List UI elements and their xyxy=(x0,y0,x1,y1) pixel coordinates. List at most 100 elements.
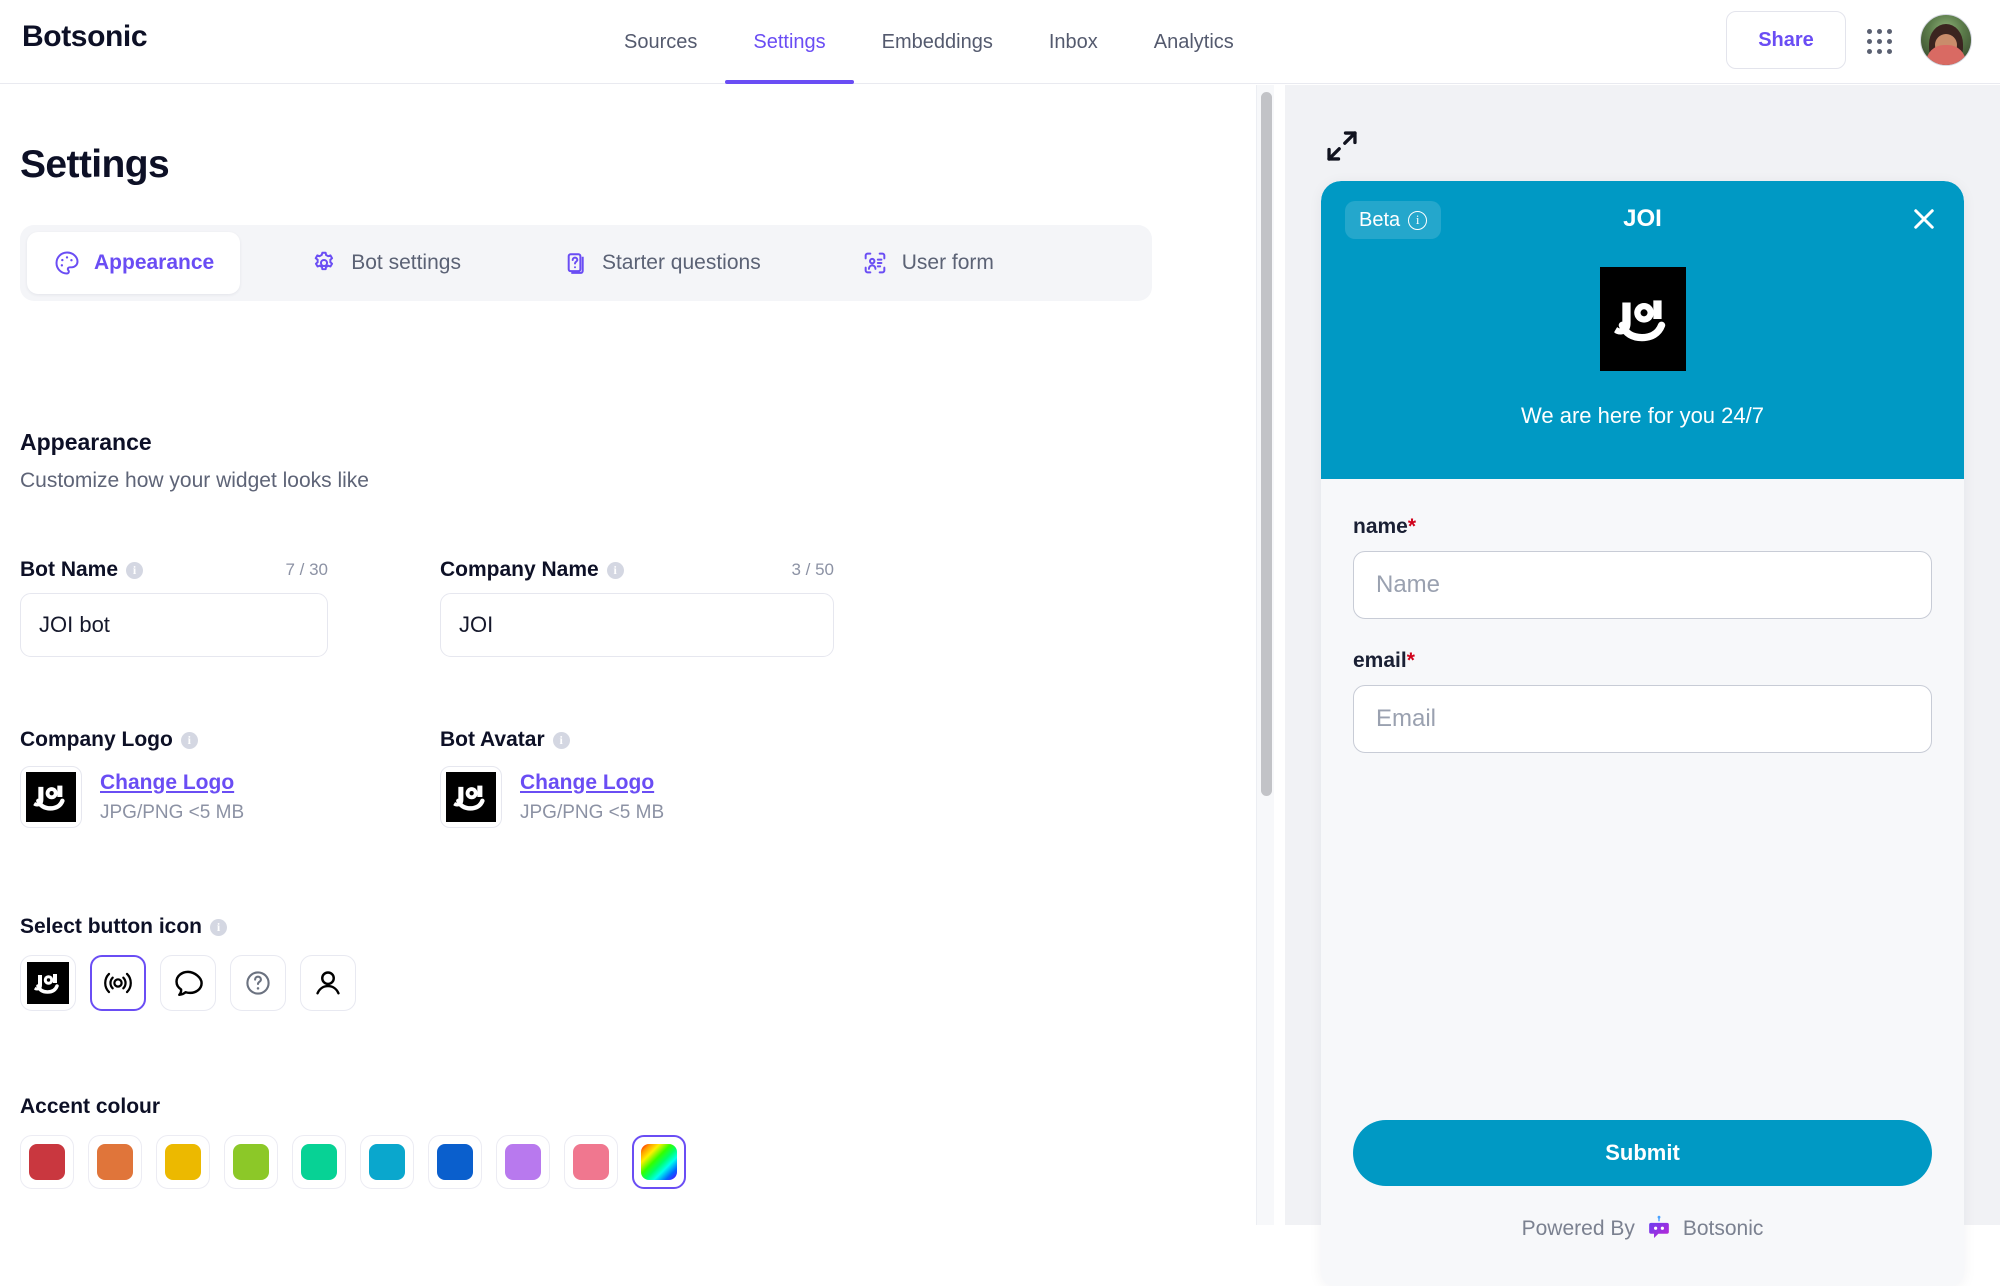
joi-logo-icon xyxy=(27,962,69,1004)
nav-item-sources[interactable]: Sources xyxy=(596,0,725,84)
bot-name-field-group: Bot Name i 7 / 30 xyxy=(20,558,328,657)
app-brand-logo: Botsonic xyxy=(22,20,148,53)
required-marker: * xyxy=(1406,649,1415,672)
botsonic-robot-icon xyxy=(1644,1214,1674,1244)
info-icon[interactable]: i xyxy=(210,918,228,936)
company-logo-label-text: Company Logo xyxy=(20,728,173,751)
widget-company-logo xyxy=(1599,267,1686,371)
info-icon[interactable]: i xyxy=(180,731,198,749)
button-icon-options xyxy=(20,955,356,1011)
widget-email-label-text: email xyxy=(1353,649,1407,672)
bot-avatar-preview[interactable] xyxy=(440,766,502,828)
accent-swatch-orange[interactable] xyxy=(88,1135,142,1189)
bot-avatar-hint: JPG/PNG <5 MB xyxy=(520,801,665,823)
close-icon[interactable] xyxy=(1906,201,1942,237)
button-icon-section: Select button icon i xyxy=(20,915,356,1011)
button-icon-option-person[interactable] xyxy=(300,955,356,1011)
accent-swatch-lime[interactable] xyxy=(224,1135,278,1189)
widget-preview-panel: Beta i JOI We are here for you 24/7 name… xyxy=(1285,85,2000,1286)
powered-by-brand: Botsonic xyxy=(1682,1217,1764,1240)
button-icon-label-text: Select button icon xyxy=(20,915,203,938)
widget-header: Beta i JOI We are here for you 24/7 xyxy=(1321,181,1964,479)
button-icon-option-broadcast[interactable] xyxy=(90,955,146,1011)
settings-panel: Settings Appearance Bot settings Starter… xyxy=(0,85,1256,1225)
accent-colour-section: Accent colour xyxy=(20,1095,686,1189)
bot-name-label: Bot Name i xyxy=(20,558,144,582)
nav-item-embeddings[interactable]: Embeddings xyxy=(854,0,1021,84)
company-logo-group: Company Logo i Change Logo JPG/PNG <5 MB xyxy=(20,728,328,828)
tab-appearance-label: Appearance xyxy=(94,251,215,274)
company-logo-actions: Change Logo JPG/PNG <5 MB xyxy=(100,771,244,824)
widget-name-input[interactable] xyxy=(1353,551,1932,619)
accent-swatch-blue[interactable] xyxy=(428,1135,482,1189)
bot-avatar-actions: Change Logo JPG/PNG <5 MB xyxy=(520,771,664,824)
widget-email-field-group: email* xyxy=(1353,649,1932,753)
bot-avatar-label: Bot Avatar i xyxy=(440,728,834,752)
company-logo-hint: JPG/PNG <5 MB xyxy=(100,801,245,823)
tab-starter-questions-label: Starter questions xyxy=(601,251,761,274)
button-icon-label: Select button icon i xyxy=(20,915,356,939)
main-nav-links: Sources Settings Embeddings Inbox Analyt… xyxy=(596,0,1262,84)
info-icon[interactable]: i xyxy=(552,731,570,749)
info-icon[interactable]: i xyxy=(126,561,144,579)
tab-starter-questions[interactable]: Starter questions xyxy=(535,232,787,294)
change-company-logo-link[interactable]: Change Logo xyxy=(100,771,244,795)
settings-tabbar: Appearance Bot settings Starter question… xyxy=(20,225,1152,301)
nav-item-settings[interactable]: Settings xyxy=(725,0,854,84)
bot-name-input[interactable] xyxy=(20,593,328,657)
widget-name-field-group: name* xyxy=(1353,515,1932,619)
accent-swatch-pink[interactable] xyxy=(564,1135,618,1189)
company-logo-preview[interactable] xyxy=(20,766,82,828)
tab-appearance[interactable]: Appearance xyxy=(27,232,241,294)
accent-swatch-cyan[interactable] xyxy=(360,1135,414,1189)
tab-user-form[interactable]: User form xyxy=(835,232,1020,294)
nav-item-analytics[interactable]: Analytics xyxy=(1126,0,1262,84)
company-name-field-group: Company Name i 3 / 50 xyxy=(440,558,834,657)
button-icon-option-joi-logo[interactable] xyxy=(20,955,76,1011)
accent-swatch-yellow[interactable] xyxy=(156,1135,210,1189)
bot-name-label-text: Bot Name xyxy=(20,558,119,581)
accent-swatch-emerald[interactable] xyxy=(292,1135,346,1189)
accent-swatch-rainbow[interactable] xyxy=(632,1135,686,1189)
widget-name-label-text: name xyxy=(1353,515,1408,538)
accent-swatch-red[interactable] xyxy=(20,1135,74,1189)
bot-avatar-label-text: Bot Avatar xyxy=(440,728,545,751)
submit-button[interactable]: Submit xyxy=(1353,1120,1932,1186)
widget-title: JOI xyxy=(1623,205,1662,232)
question-card-icon xyxy=(561,249,589,277)
powered-by-footer: Powered By Botsonic xyxy=(1321,1214,1964,1244)
apps-grid-icon[interactable] xyxy=(1864,26,1896,58)
powered-by-prefix: Powered By xyxy=(1521,1217,1635,1240)
company-logo-label: Company Logo i xyxy=(20,728,328,752)
field-gap xyxy=(1353,619,1932,649)
accent-colour-label: Accent colour xyxy=(20,1095,161,1118)
top-navigation-bar: Botsonic Sources Settings Embeddings Inb… xyxy=(0,0,2000,84)
share-button[interactable]: Share xyxy=(1726,11,1846,69)
joi-logo-icon xyxy=(446,772,496,822)
nav-item-inbox[interactable]: Inbox xyxy=(1021,0,1126,84)
company-name-label-text: Company Name xyxy=(440,558,599,581)
appearance-section-subtitle: Customize how your widget looks like xyxy=(20,469,369,492)
accent-swatch-violet[interactable] xyxy=(496,1135,550,1189)
company-name-input[interactable] xyxy=(440,593,834,657)
appearance-section-title: Appearance xyxy=(20,429,152,455)
joi-logo-icon xyxy=(26,772,76,822)
tab-bot-settings[interactable]: Bot settings xyxy=(284,232,487,294)
widget-email-input[interactable] xyxy=(1353,685,1932,753)
widget-email-label: email* xyxy=(1353,649,1932,673)
info-icon[interactable]: i xyxy=(606,561,624,579)
widget-name-label: name* xyxy=(1353,515,1932,539)
settings-scrollbar-thumb[interactable] xyxy=(1261,92,1272,796)
company-name-counter: 3 / 50 xyxy=(791,560,834,579)
tab-user-form-label: User form xyxy=(901,251,994,274)
widget-tagline: We are here for you 24/7 xyxy=(1521,403,1764,428)
page-title: Settings xyxy=(20,143,170,186)
button-icon-option-chat-bubble[interactable] xyxy=(160,955,216,1011)
button-icon-option-question-circle[interactable] xyxy=(230,955,286,1011)
change-bot-avatar-link[interactable]: Change Logo xyxy=(520,771,664,795)
gear-icon xyxy=(310,249,338,277)
user-avatar[interactable] xyxy=(1920,14,1972,66)
required-marker: * xyxy=(1407,515,1417,538)
expand-icon[interactable] xyxy=(1321,125,1363,167)
bot-avatar-group: Bot Avatar i Change Logo JPG/PNG <5 MB xyxy=(440,728,834,828)
